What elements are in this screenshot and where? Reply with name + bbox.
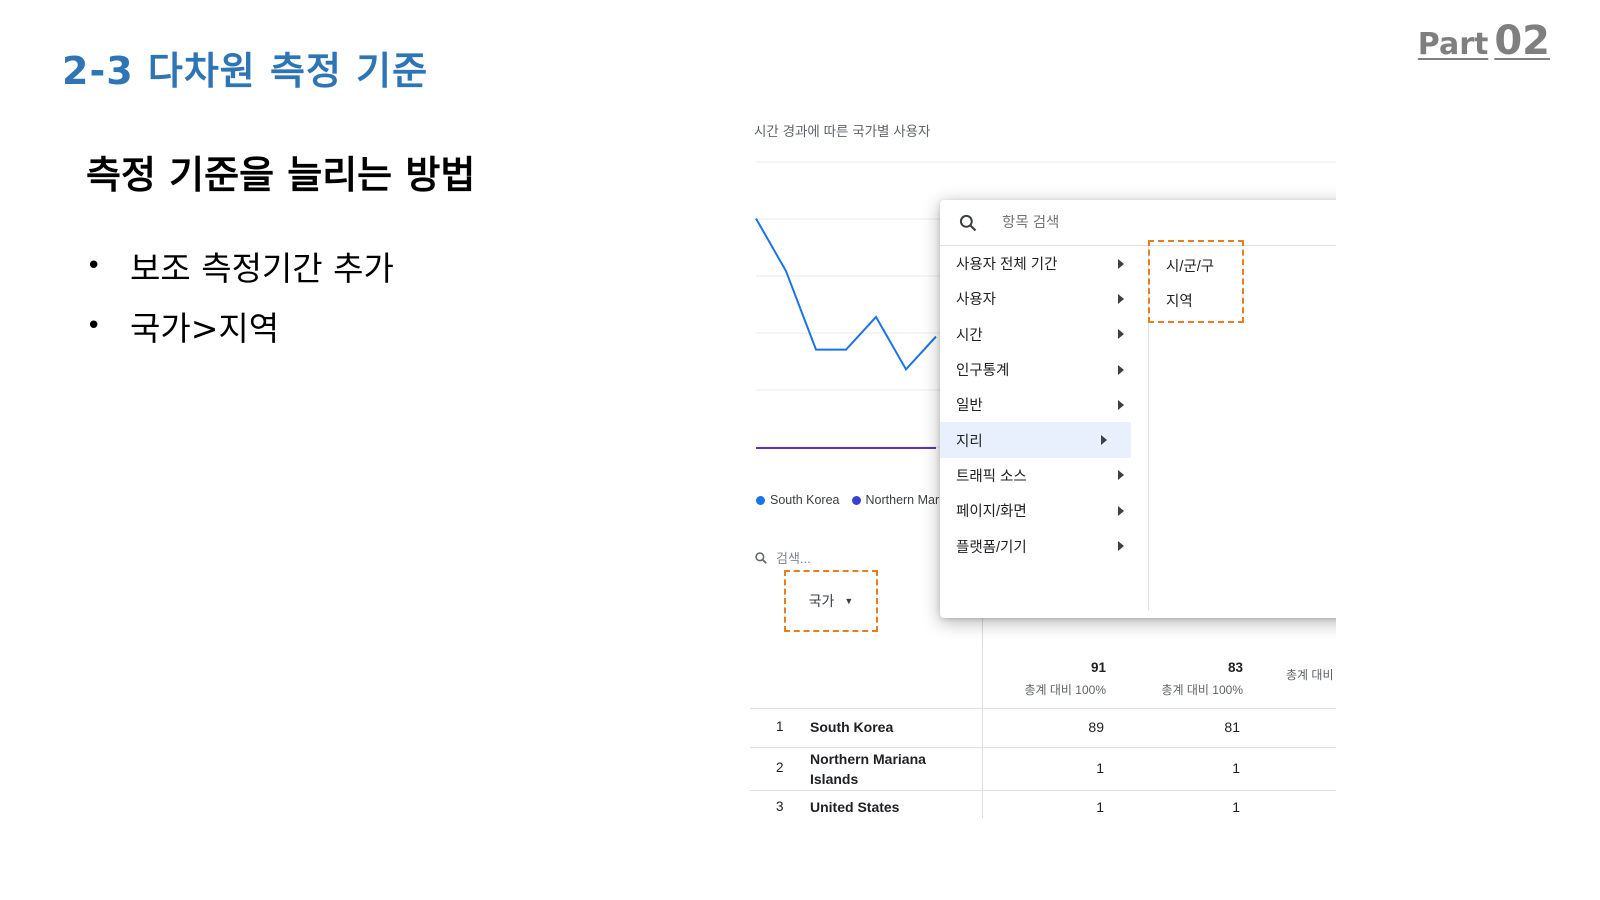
dimension-label: 국가 (808, 593, 835, 609)
category-list: 사용자 전체 기간 사용자 시간 인구통계 일반 지리 트래픽 소스 페이지/화… (940, 246, 1148, 564)
chevron-right-icon (1118, 470, 1124, 481)
caret-down-icon: ▼ (844, 596, 854, 606)
search-icon (755, 551, 767, 564)
menu-item-label: 페이지/화면 (956, 504, 1027, 521)
chevron-right-icon (1118, 505, 1124, 516)
total-value: 91 (1090, 660, 1106, 675)
column-total: 91 총계 대비 100% (976, 660, 1106, 698)
menu-item-demographics[interactable]: 인구통계 (940, 352, 1148, 387)
legend-item[interactable]: South Korea (756, 493, 840, 507)
row-value-2: 1 (1232, 760, 1240, 776)
legend-swatch (756, 496, 765, 506)
menu-item-label: 사용자 전체 기간 (956, 257, 1058, 274)
row-value-1: 89 (1088, 719, 1104, 735)
chevron-right-icon (1118, 399, 1124, 410)
menu-item-label: 트래픽 소스 (956, 468, 1027, 485)
row-country: United States (810, 799, 900, 815)
chart-legend: South Korea Northern Mar (756, 493, 939, 507)
search-icon (959, 214, 977, 231)
part-label: Part 02 (1418, 18, 1550, 64)
chevron-right-icon (1118, 541, 1124, 552)
part-word: Part (1417, 27, 1489, 62)
menu-item-label: 인구통계 (956, 363, 1010, 380)
dimension-picker-menu: 사용자 전체 기간 사용자 시간 인구통계 일반 지리 트래픽 소스 페이지/화… (940, 200, 1336, 618)
menu-item-traffic-source[interactable]: 트래픽 소스 (940, 458, 1148, 493)
menu-item-general[interactable]: 일반 (940, 387, 1148, 422)
row-country: Northern Mariana Islands (810, 751, 926, 787)
menu-item-label: 시간 (956, 327, 983, 344)
table-row[interactable]: 2 Northern Mariana Islands 1 1 (750, 747, 1336, 790)
column-total: 총계 대비 (1248, 660, 1336, 683)
total-sub: 총계 대비 100% (1024, 683, 1106, 697)
row-country: South Korea (810, 719, 894, 735)
menu-search-bar[interactable] (940, 200, 1336, 246)
row-value-2: 1 (1232, 799, 1240, 815)
chart-title: 시간 경과에 따른 국가별 사용자 (754, 124, 931, 139)
total-sub: 총계 대비 100% (1161, 683, 1243, 697)
chevron-right-icon (1118, 364, 1124, 375)
legend-label: Northern Mar (865, 493, 940, 507)
bullet-text: 국가>지역 (130, 309, 280, 348)
bullet-dot: • (86, 251, 102, 281)
bullet-text: 보조 측정기간 추가 (130, 249, 394, 288)
chevron-right-icon (1118, 293, 1124, 304)
series-line-0 (755, 218, 937, 372)
column-total: 83 총계 대비 100% (1113, 660, 1243, 698)
menu-item-time[interactable]: 시간 (940, 317, 1148, 352)
legend-item[interactable]: Northern Mar (851, 493, 940, 507)
row-index: 1 (776, 719, 784, 734)
row-index: 2 (776, 760, 784, 775)
total-value: 83 (1227, 660, 1243, 675)
row-value-1: 1 (1096, 760, 1104, 776)
chevron-right-icon (1101, 435, 1107, 446)
table-search-placeholder: 검색... (776, 551, 811, 566)
menu-item-user[interactable]: 사용자 (940, 281, 1148, 316)
subheading: 측정 기준을 늘리는 방법 (86, 153, 476, 197)
menu-item-label: 플랫폼/기기 (956, 539, 1027, 556)
legend-swatch (851, 496, 861, 506)
bullet-dot: • (86, 311, 102, 341)
menu-item-page-screen[interactable]: 페이지/화면 (940, 493, 1148, 528)
chevron-right-icon (1118, 329, 1124, 340)
row-value-2: 81 (1224, 719, 1240, 735)
analytics-screenshot: 시간 경과에 따른 국가별 사용자 South Korea Northern M… (748, 108, 1336, 818)
row-value-1: 1 (1096, 799, 1104, 815)
bullet-item: • 국가>지역 (86, 296, 394, 356)
table-row[interactable]: 1 South Korea 89 81 (750, 708, 1336, 747)
menu-item-label: 일반 (956, 398, 983, 415)
bullet-item: • 보조 측정기간 추가 (86, 236, 394, 296)
menu-item-label: 사용자 (956, 292, 997, 309)
highlight-box (1148, 240, 1244, 323)
menu-search-input[interactable] (1002, 214, 1202, 231)
menu-item-label: 지리 (956, 433, 983, 450)
dimension-header-dropdown[interactable]: 국가 ▼ (784, 570, 878, 632)
chevron-right-icon (1118, 258, 1124, 269)
menu-item-lifetime-user[interactable]: 사용자 전체 기간 (940, 246, 1148, 281)
table-row[interactable]: 3 United States 1 1 (750, 790, 1336, 818)
slide-title: 2-3 다차원 측정 기준 (62, 49, 429, 93)
row-index: 3 (776, 799, 784, 814)
submenu-item-region[interactable]: 지역 (1166, 290, 1193, 311)
table-search[interactable]: 검색... (754, 548, 811, 567)
bullet-list: • 보조 측정기간 추가 • 국가>지역 (86, 236, 394, 356)
part-number: 02 (1494, 18, 1550, 64)
legend-label: South Korea (770, 493, 840, 507)
submenu-item-city[interactable]: 시/군/구 (1166, 255, 1214, 276)
total-sub: 총계 대비 (1286, 668, 1334, 682)
menu-item-geography[interactable]: 지리 (940, 422, 1131, 458)
menu-item-platform-device[interactable]: 플랫폼/기기 (940, 528, 1148, 563)
